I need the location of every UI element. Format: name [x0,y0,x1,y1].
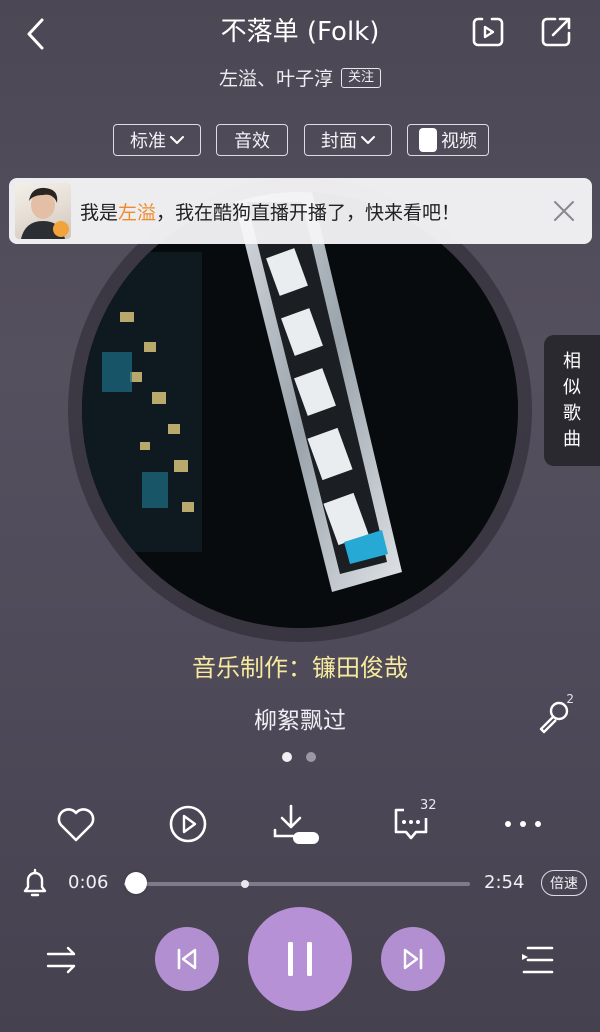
play-mv-button[interactable] [163,800,213,848]
next-button[interactable] [381,927,445,991]
sound-effect-button[interactable]: 音效 [216,124,288,156]
more-button[interactable] [498,800,548,848]
live-text-suffix: ，我在酷狗直播开播了，快来看吧！ [156,201,461,224]
cover-label: 封面 [321,131,357,152]
similar-char-3: 歌 [563,402,581,424]
video-toggle[interactable]: 视频 [407,124,489,156]
lyric-page-indicator [282,752,316,762]
current-lyric-line[interactable]: 音乐制作：镰田俊哉 [0,650,600,686]
like-button[interactable] [51,800,101,848]
next-icon [401,947,425,971]
live-text-prefix: 我是 [80,201,119,224]
previous-icon [175,947,199,971]
artist-names[interactable]: 左溢、叶子淳 [219,64,333,91]
playlist-icon [520,944,556,976]
karaoke-button[interactable]: 2 [532,692,576,738]
alarm-button[interactable] [18,866,52,900]
streamer-avatar[interactable] [15,183,71,239]
repeat-icon [44,945,80,975]
album-artwork [82,192,518,628]
song-title: 不落单 (Folk) [220,17,380,47]
video-label: 视频 [441,131,477,152]
streamer-name: 左溢 [118,201,157,224]
cover-selector[interactable]: 封面 [304,124,392,156]
share-icon [539,15,573,49]
quality-label: 标准 [130,131,166,152]
buffer-marker [241,880,250,888]
previous-button[interactable] [155,927,219,991]
mv-button[interactable] [466,12,510,52]
live-stream-banner[interactable]: 我是左溢，我在酷狗直播开播了，快来看吧！ [9,178,592,244]
progress-thumb[interactable] [124,872,147,894]
close-banner-button[interactable] [544,191,584,231]
chevron-down-icon [170,135,184,145]
similar-char-1: 相 [563,350,581,372]
album-cover-disc[interactable] [82,192,518,628]
artists-row: 左溢、叶子淳 关注 [0,64,600,91]
live-banner-text: 我是左溢，我在酷狗直播开播了，快来看吧！ [80,198,544,225]
current-time: 0:06 [68,872,109,893]
speed-button[interactable]: 倍速 [541,870,587,896]
comments-button[interactable]: 32 [386,798,437,848]
chevron-down-icon [361,135,375,145]
play-circle-icon [167,803,209,845]
sound-effect-label: 音效 [234,131,270,152]
playlist-button[interactable] [516,938,560,982]
toggle-knob [419,128,437,152]
page-dot [306,752,316,762]
similar-char-4: 曲 [563,428,581,450]
follow-button[interactable]: 关注 [341,67,382,88]
close-icon [553,200,575,222]
quality-selector[interactable]: 标准 [113,124,201,156]
similar-char-2: 似 [563,376,581,398]
play-mode-button[interactable] [40,938,84,982]
download-icon [271,802,323,846]
pause-button[interactable] [248,907,352,1011]
next-lyric-line[interactable]: 柳絮飘过 [0,703,600,739]
total-time: 2:54 [484,872,525,893]
comment-count: 32 [420,798,437,813]
page-dot-active [282,752,292,762]
share-button[interactable] [534,12,578,52]
more-icon [503,819,543,829]
heart-icon [55,805,97,843]
karaoke-count: 2 [566,692,574,706]
pause-icon [285,940,315,978]
mv-icon [470,15,506,49]
progress-track[interactable] [124,882,470,886]
bell-icon [20,867,50,899]
similar-songs-tab[interactable]: 相 似 歌 曲 [544,335,600,466]
download-button[interactable] [272,800,322,848]
